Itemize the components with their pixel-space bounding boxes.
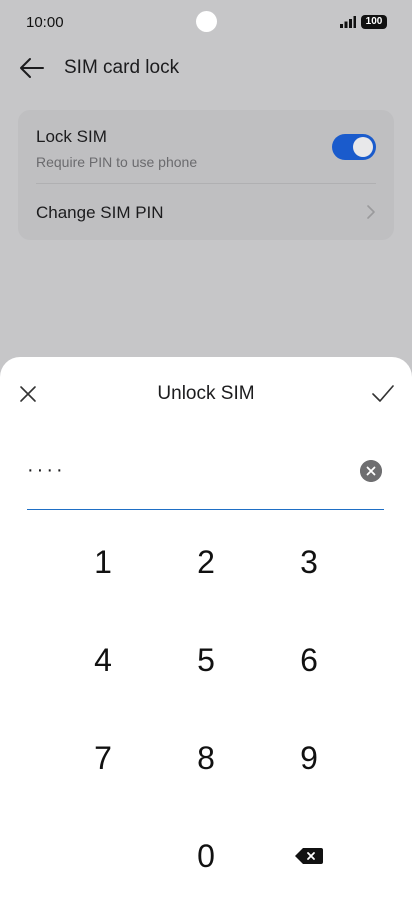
pin-value: ···· [27,459,66,481]
key-4[interactable]: 4 [58,625,148,695]
backspace-icon [295,848,323,864]
settings-card: Lock SIM Require PIN to use phone Change… [18,110,394,240]
lock-sim-row[interactable]: Lock SIM Require PIN to use phone [18,110,394,184]
camera-cutout [196,11,217,32]
keypad: 1 2 3 4 5 6 7 8 9 0 [0,522,412,898]
lock-sim-toggle[interactable] [332,134,376,160]
change-sim-pin-row[interactable]: Change SIM PIN [18,184,394,240]
toggle-knob [353,137,373,157]
status-time: 10:00 [26,14,64,31]
key-5[interactable]: 5 [161,625,251,695]
signal-icon [340,16,356,28]
key-1[interactable]: 1 [58,527,148,597]
key-2[interactable]: 2 [161,527,251,597]
change-sim-pin-title: Change SIM PIN [36,203,164,222]
app-bar: SIM card lock [0,44,412,92]
check-icon[interactable] [370,382,396,406]
page-title: SIM card lock [64,57,180,78]
status-bar: 10:00 100 [0,0,412,44]
backspace-button[interactable] [264,821,354,891]
unlock-sim-sheet: Unlock SIM ···· 1 2 3 4 5 6 7 8 9 0 [0,357,412,898]
key-9[interactable]: 9 [264,723,354,793]
chevron-right-icon [367,205,375,219]
pin-input[interactable]: ···· [27,453,384,510]
key-0[interactable]: 0 [161,821,251,891]
arrow-left-icon[interactable] [18,54,46,82]
lock-sim-title: Lock SIM [36,127,107,146]
screen: 10:00 100 SIM card lock Lock SIM Require… [0,0,412,898]
clear-icon[interactable] [360,460,382,482]
key-8[interactable]: 8 [161,723,251,793]
key-3[interactable]: 3 [264,527,354,597]
lock-sim-subtitle: Require PIN to use phone [36,154,198,170]
key-7[interactable]: 7 [58,723,148,793]
battery-icon: 100 [361,15,387,29]
key-6[interactable]: 6 [264,625,354,695]
sheet-title: Unlock SIM [157,383,255,404]
